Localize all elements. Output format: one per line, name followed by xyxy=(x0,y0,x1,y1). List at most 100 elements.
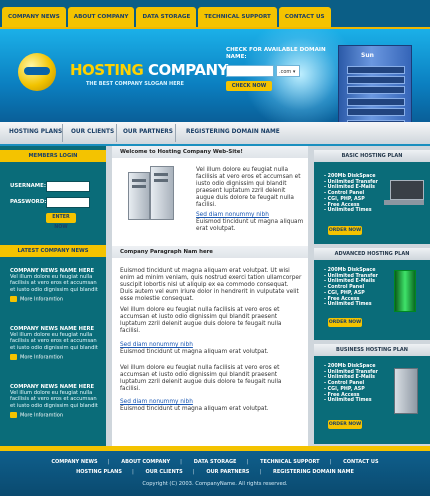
more-info-icon xyxy=(10,295,17,302)
news-body: Vel illum dolore eu feugiat nulla facili… xyxy=(10,274,98,293)
footer-link-contact-us[interactable]: CONTACT US xyxy=(343,459,378,465)
paragraph-2-link[interactable]: Sed diam nonummy nibh xyxy=(120,342,193,349)
tld-select-value: .com xyxy=(279,69,292,75)
more-info-text: More Inforamtion xyxy=(20,354,64,361)
computers-image xyxy=(124,164,190,228)
footer-divider: | xyxy=(131,469,134,475)
top-nav-contact-us[interactable]: CONTACT US xyxy=(278,7,331,27)
password-label: PASSWORD: xyxy=(10,199,47,205)
plan-features: - 200Mb DiskSpace - Unlimited Transfer -… xyxy=(324,364,378,404)
plan-feature: - Unlimited Times xyxy=(324,208,372,214)
domain-check-title: CHECK FOR AVAILABLE DOMAIN NAME: xyxy=(226,47,326,60)
order-now-button-advanced[interactable]: ORDER NOW xyxy=(328,318,362,327)
news-body: Vel illum dolore eu feugiat nulla facili… xyxy=(10,332,98,351)
footer-link-our-partners[interactable]: OUR PARTNERS xyxy=(206,469,249,475)
top-nav-company-news[interactable]: COMPANY NEWS xyxy=(2,7,66,27)
domain-input[interactable] xyxy=(226,65,274,77)
username-input[interactable] xyxy=(46,181,90,192)
paragraph-3-link[interactable]: Sed diam nonummy nibh xyxy=(120,399,193,406)
top-nav: COMPANY NEWS ABOUT COMPANY DATA STORAGE … xyxy=(0,0,430,29)
news-item: COMPANY NEWS NAME HERE Vel illum dolore … xyxy=(10,268,100,302)
more-info-link[interactable]: More Inforamtion xyxy=(10,353,100,361)
footer-divider: | xyxy=(329,459,332,465)
news-body: Vel illum dolore eu feugiat nulla facili… xyxy=(10,390,98,409)
plan-card-basic: BASIC HOSTING PLAN - 200Mb DiskSpace - U… xyxy=(314,150,430,244)
plan-title: ADVANCED HOSTING PLAN xyxy=(314,248,430,260)
company-name: HOSTING COMPANY xyxy=(70,61,228,79)
company-name-part2: COMPANY xyxy=(148,61,228,79)
paragraph-3-after: Euismod tincidunt ut magna aliquam erat … xyxy=(120,406,269,412)
drive-bay xyxy=(132,179,146,182)
more-info-text: More Inforamtion xyxy=(20,296,64,303)
computer-tower xyxy=(128,172,150,220)
footer-link-about-company[interactable]: ABOUT COMPANY xyxy=(121,459,170,465)
welcome-title: Welcome to Hosting Company Web-Site! xyxy=(120,149,243,155)
order-now-button-business[interactable]: ORDER NOW xyxy=(328,420,362,429)
left-sidebar: MEMBERS LOGIN USERNAME: PASSWORD: ENTER … xyxy=(0,146,106,446)
top-nav-data-storage[interactable]: DATA STORAGE xyxy=(136,7,197,27)
more-info-link[interactable]: More Inforamtion xyxy=(10,295,100,303)
server-image: Sun xyxy=(338,45,412,122)
plan-feature: - 200Mb DiskSpace xyxy=(324,364,376,369)
check-now-button[interactable]: CHECK NOW xyxy=(226,81,272,91)
enter-now-button[interactable]: ENTER NOW xyxy=(46,213,76,230)
welcome-after-text: Euismod tincidunt ut magna aliquam erat … xyxy=(196,219,304,232)
footer-link-technical-support[interactable]: TECHNICAL SUPPORT xyxy=(260,459,319,465)
plan-features: - 200Mb DiskSpace - Unlimited Transfer -… xyxy=(324,174,378,214)
computer-tower xyxy=(150,166,174,220)
sub-nav-registering-domain[interactable]: REGISTERING DOMAIN NAME xyxy=(186,129,280,135)
tower-image xyxy=(394,368,418,414)
paragraph-2-after: Euismod tincidunt ut magna aliquam erat … xyxy=(120,349,269,355)
copyright-text: Copyright (C) 2003. CompanyName. All rig… xyxy=(142,481,288,487)
company-slogan: THE BEST COMPANY SLOGAN HERE xyxy=(86,81,184,87)
footer-nav-row1: COMPANY NEWS | ABOUT COMPANY | DATA STORAG… xyxy=(0,459,430,465)
top-nav-about-company[interactable]: ABOUT COMPANY xyxy=(67,7,135,27)
more-info-icon xyxy=(10,353,17,360)
footer-divider: | xyxy=(180,459,182,465)
sub-nav-divider xyxy=(175,124,176,142)
password-input[interactable] xyxy=(46,197,90,208)
plan-card-business: BUSINESS HOSTING PLAN - 200Mb DiskSpace … xyxy=(314,344,430,444)
welcome-text: Vel illum dolore eu feugiat nulla facili… xyxy=(196,167,301,208)
sub-nav-divider xyxy=(116,124,117,142)
sub-nav-hosting-plans[interactable]: HOSTING PLANS xyxy=(9,129,62,135)
tld-select[interactable]: .com ▾ xyxy=(276,65,300,77)
server-slot xyxy=(347,108,405,116)
username-label: USERNAME: xyxy=(10,183,46,189)
welcome-link[interactable]: Sed diam nonummy nibh xyxy=(196,212,269,219)
plan-card-advanced: ADVANCED HOSTING PLAN - 200Mb DiskSpace … xyxy=(314,248,430,340)
more-info-link[interactable]: More Inforamtion xyxy=(10,411,100,419)
footer-link-company-news[interactable]: COMPANY NEWS xyxy=(51,459,97,465)
paragraph-2: Vel illum dolore eu feugiat nulla facili… xyxy=(120,307,282,334)
top-nav-technical-support[interactable]: TECHNICAL SUPPORT xyxy=(198,7,277,27)
plan-feature: - 200Mb DiskSpace xyxy=(324,174,376,179)
paragraph-3: Vel illum dolore eu feugiat nulla facili… xyxy=(120,365,282,392)
laptop-base xyxy=(384,200,424,205)
drive-bay xyxy=(132,185,146,188)
footer-link-our-clients[interactable]: OUR CLIENTS xyxy=(146,469,183,475)
sub-nav-our-clients[interactable]: OUR CLIENTS xyxy=(71,129,114,135)
laptop-image xyxy=(390,180,424,200)
server-slot xyxy=(347,98,405,106)
paragraph-title: Company Paragraph Nam here xyxy=(120,249,213,255)
footer-divider: | xyxy=(259,469,262,475)
footer: COMPANY NEWS | ABOUT COMPANY | DATA STORAG… xyxy=(0,451,430,496)
news-item: COMPANY NEWS NAME HERE Vel illum dolore … xyxy=(10,326,100,360)
server-slot xyxy=(347,66,405,74)
plan-features: - 200Mb DiskSpace - Unlimited Transfer -… xyxy=(324,268,378,308)
footer-divider: | xyxy=(107,459,110,465)
members-login-title: MEMBERS LOGIN xyxy=(0,150,106,162)
sub-nav-our-partners[interactable]: OUR PARTNERS xyxy=(123,129,173,135)
sub-nav: HOSTING PLANS OUR CLIENTS OUR PARTNERS R… xyxy=(0,122,430,146)
company-name-part1: HOSTING xyxy=(70,61,144,79)
plan-title: BUSINESS HOSTING PLAN xyxy=(314,344,430,356)
latest-news-title: LATEST COMPANY NEWS xyxy=(0,245,106,257)
footer-link-data-storage[interactable]: DATA STORAGE xyxy=(194,459,237,465)
right-sidebar: BASIC HOSTING PLAN - 200Mb DiskSpace - U… xyxy=(314,146,430,446)
drive-bay xyxy=(154,179,168,182)
green-server-image xyxy=(394,270,416,312)
footer-link-hosting-plans[interactable]: HOSTING PLANS xyxy=(76,469,122,475)
order-now-button-basic[interactable]: ORDER NOW xyxy=(328,226,362,235)
footer-link-registering-domain[interactable]: REGISTERING DOMAIN NAME xyxy=(273,469,354,475)
more-info-text: More Inforamtion xyxy=(20,412,64,419)
